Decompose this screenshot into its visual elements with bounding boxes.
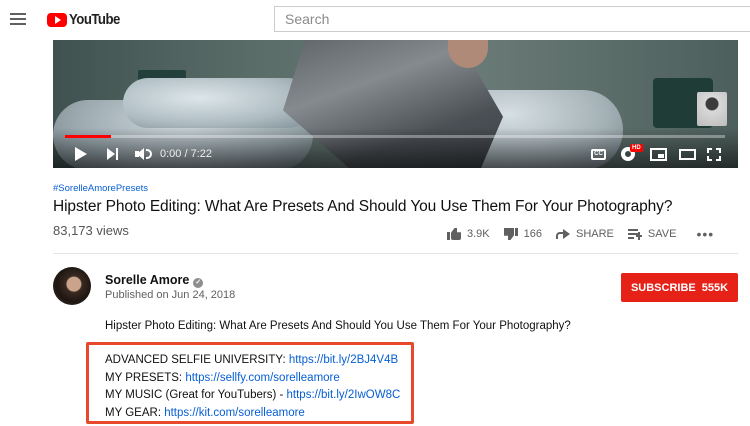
next-icon[interactable] bbox=[107, 148, 119, 160]
hamburger-menu-icon[interactable] bbox=[10, 13, 26, 25]
channel-avatar[interactable] bbox=[53, 267, 91, 305]
video-player[interactable]: 0:00 / 7:22 CC HD bbox=[53, 40, 738, 168]
hashtag-link[interactable]: #SorelleAmorePresets bbox=[53, 183, 148, 194]
miniplayer-icon[interactable] bbox=[650, 148, 667, 161]
verified-check-icon: ✓ bbox=[193, 278, 204, 288]
description-line: MY GEAR: https://kit.com/sorelleamore bbox=[105, 405, 400, 423]
description-link[interactable]: https://sellfy.com/sorelleamore bbox=[185, 372, 339, 384]
share-label: SHARE bbox=[576, 228, 614, 240]
description-link[interactable]: https://kit.com/sorelleamore bbox=[164, 407, 305, 419]
volume-icon[interactable] bbox=[135, 148, 153, 160]
description-line-label: MY MUSIC (Great for YouTubers) - bbox=[105, 389, 287, 401]
subscribe-button[interactable]: SUBSCRIBE 555K bbox=[621, 273, 738, 302]
description-link[interactable]: https://bit.ly/2IwOW8C bbox=[287, 389, 401, 401]
play-icon[interactable] bbox=[75, 147, 87, 161]
video-title: Hipster Photo Editing: What Are Presets … bbox=[53, 198, 673, 215]
time-display: 0:00 / 7:22 bbox=[160, 148, 212, 160]
description-line-label: MY PRESETS: bbox=[105, 371, 186, 384]
more-actions-icon[interactable]: ••• bbox=[696, 227, 714, 241]
description-title-line: Hipster Photo Editing: What Are Presets … bbox=[105, 320, 571, 332]
description-line: ADVANCED SELFIE UNIVERSITY: https://bit.… bbox=[105, 352, 400, 370]
fullscreen-icon[interactable] bbox=[707, 148, 721, 161]
channel-name-row: Sorelle Amore ✓ bbox=[105, 273, 204, 288]
progress-bar[interactable] bbox=[65, 135, 725, 138]
description-line-label: MY GEAR: bbox=[105, 406, 165, 419]
youtube-logo[interactable]: YouTube bbox=[47, 11, 127, 28]
description-link[interactable]: https://bit.ly/2BJ4V4B bbox=[289, 354, 398, 366]
subscribe-label: SUBSCRIBE bbox=[630, 281, 696, 294]
thumbs-up-icon bbox=[447, 228, 461, 240]
theater-mode-icon[interactable] bbox=[679, 149, 696, 160]
publish-date: Published on Jun 24, 2018 bbox=[105, 289, 236, 301]
youtube-play-logo-icon bbox=[47, 12, 67, 27]
logo-text: YouTube bbox=[69, 11, 120, 28]
hd-badge: HD bbox=[630, 144, 643, 152]
captions-icon[interactable]: CC bbox=[591, 149, 606, 160]
channel-name[interactable]: Sorelle Amore bbox=[105, 273, 189, 287]
like-count: 3.9K bbox=[467, 228, 490, 240]
progress-fill bbox=[65, 135, 112, 138]
view-count: 83,173 views bbox=[53, 223, 129, 238]
player-controls: 0:00 / 7:22 CC HD bbox=[53, 140, 738, 168]
description-line: MY MUSIC (Great for YouTubers) - https:/… bbox=[105, 387, 400, 405]
dislike-count: 166 bbox=[523, 228, 542, 240]
search-input[interactable] bbox=[275, 7, 750, 31]
share-button[interactable]: SHARE bbox=[556, 228, 614, 240]
like-button[interactable]: 3.9K bbox=[447, 228, 490, 240]
description-line: MY PRESETS: https://sellfy.com/sorelleam… bbox=[105, 370, 400, 388]
dislike-button[interactable]: 166 bbox=[504, 228, 542, 240]
subscriber-count: 555K bbox=[701, 281, 729, 294]
top-bar: YouTube bbox=[0, 0, 750, 40]
description-links: ADVANCED SELFIE UNIVERSITY: https://bit.… bbox=[105, 352, 400, 422]
save-label: SAVE bbox=[647, 228, 677, 240]
save-button[interactable]: SAVE bbox=[627, 228, 677, 240]
thumbs-down-icon bbox=[504, 228, 518, 240]
channel-watermark[interactable] bbox=[697, 92, 727, 126]
description-line-label: ADVANCED SELFIE UNIVERSITY: bbox=[105, 354, 289, 366]
video-scene-pillow bbox=[123, 78, 313, 128]
share-arrow-icon bbox=[556, 229, 570, 239]
video-actions: 3.9K 166 SHARE SAVE ••• bbox=[447, 226, 714, 242]
playlist-add-icon bbox=[627, 228, 642, 240]
divider bbox=[53, 253, 738, 254]
search-box[interactable] bbox=[274, 6, 750, 32]
